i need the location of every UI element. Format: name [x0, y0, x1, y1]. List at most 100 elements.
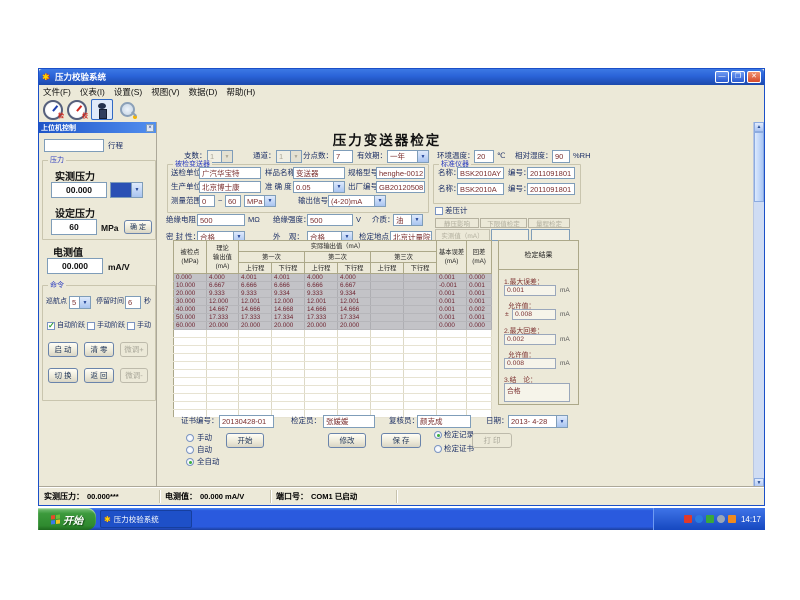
accuracy-combo[interactable]: 0.05▼	[293, 181, 345, 193]
points-input[interactable]: 7	[333, 150, 353, 163]
range-unit-combo[interactable]: MPa▼	[244, 195, 276, 207]
menu-item[interactable]: 文件(F)	[43, 86, 71, 98]
full-auto-mode-radio[interactable]	[186, 458, 194, 466]
validity-combo[interactable]: 一年▼	[387, 150, 429, 163]
panel-header[interactable]: 上位机控制 ×	[39, 122, 156, 133]
table-cell	[239, 338, 272, 346]
chevron-down-icon[interactable]: ▼	[417, 151, 428, 162]
manual-mode-radio[interactable]	[186, 434, 194, 442]
auto-mode-radio[interactable]	[186, 446, 194, 454]
chevron-down-icon[interactable]: ▼	[556, 416, 567, 427]
table-row[interactable]: 60.00020.00020.00020.00020.00020.0000.00…	[174, 322, 492, 330]
sample-input[interactable]: 变送器	[293, 167, 345, 179]
dp-gauge-checkbox[interactable]	[435, 207, 443, 215]
std-name1-input[interactable]: BSK2010AY	[457, 167, 504, 179]
confirm-button[interactable]: 确 定	[124, 220, 152, 234]
measured-pressure-value[interactable]: 00.000	[51, 182, 107, 198]
zoom-tool-icon[interactable]	[116, 99, 138, 120]
chevron-down-icon[interactable]: ▼	[374, 196, 385, 206]
close-button[interactable]: ✕	[747, 71, 761, 83]
begin-button[interactable]: 开始	[226, 433, 264, 448]
host-control-panel: 上位机控制 × 行程 压力 实测压力 00.000 ▼ 设定压力 60 MPa …	[39, 122, 157, 488]
insulation-str-input[interactable]: 500	[307, 214, 353, 226]
verifier-input[interactable]: 张媛媛	[323, 415, 375, 428]
full-auto-mode-label: 全自动	[197, 457, 220, 467]
sender-input[interactable]: 广汽华宝特	[199, 167, 261, 179]
panel-close-icon[interactable]: ×	[146, 124, 154, 132]
table-cell	[305, 354, 338, 362]
pressure-unit-combo[interactable]: ▼	[110, 182, 143, 198]
taskbar-app-button[interactable]: ✱ 压力校验系统	[100, 510, 192, 528]
transmitter-tool-icon[interactable]	[91, 99, 113, 120]
auto-step-checkbox[interactable]	[47, 322, 55, 330]
table-row[interactable]: 10.0006.6676.6666.6666.6666.667-0.0010.0…	[174, 282, 492, 290]
restore-button[interactable]: ❐	[731, 71, 745, 83]
save-button[interactable]: 保 存	[381, 433, 421, 448]
app-icon: ✱	[42, 72, 52, 82]
model-input[interactable]: henghe-0012	[376, 167, 425, 179]
table-row[interactable]: 0.0004.0004.0014.0014.0004.0000.0010.000	[174, 274, 492, 282]
menu-item[interactable]: 帮助(H)	[226, 86, 255, 98]
tray-icon[interactable]	[706, 515, 714, 523]
std-no2-input[interactable]: 2011091801	[527, 183, 575, 195]
medium-combo[interactable]: 油▼	[393, 214, 423, 226]
table-cell	[272, 386, 305, 394]
switch-button[interactable]: 切 换	[48, 368, 78, 383]
table-row[interactable]: 20.0009.3339.3339.3349.3339.3340.0010.00…	[174, 290, 492, 298]
env-temp-input[interactable]: 20	[474, 150, 494, 163]
pressure-gauge-icon-2[interactable]: 校	[66, 99, 88, 120]
auto-step-label: 自动阶跃	[57, 321, 85, 331]
menu-item[interactable]: 设置(S)	[114, 86, 142, 98]
set-pressure-input[interactable]: 60	[51, 219, 97, 235]
manual-step-checkbox[interactable]	[87, 322, 95, 330]
tray-icon[interactable]	[728, 515, 736, 523]
table-cell	[305, 402, 338, 410]
scroll-up-icon[interactable]: ▲	[754, 122, 764, 132]
range-high-input[interactable]: 60	[225, 195, 241, 207]
manual-checkbox[interactable]	[127, 322, 135, 330]
serial-input[interactable]: GB20120508	[376, 181, 425, 193]
pressure-gauge-icon-1[interactable]: 检	[42, 99, 64, 120]
scrollbar-thumb[interactable]	[754, 132, 764, 202]
lower-limit-button: 下限值检定	[480, 218, 527, 228]
signal-combo[interactable]: (4-20)mA▼	[328, 195, 386, 207]
chevron-down-icon[interactable]: ▼	[264, 196, 275, 206]
electric-value[interactable]: 00.000	[47, 258, 103, 274]
modify-button[interactable]: 修改	[328, 433, 366, 448]
insulation-res-input[interactable]: 500	[197, 214, 245, 226]
reviewer-input[interactable]: 颜克成	[417, 415, 471, 428]
chevron-down-icon[interactable]: ▼	[79, 297, 90, 308]
tray-icon[interactable]	[695, 515, 703, 523]
date-combo[interactable]: 2013- 4-28▼	[508, 415, 568, 428]
humidity-input[interactable]: 90	[552, 150, 570, 163]
cert-input[interactable]: 20130428-01	[219, 415, 274, 428]
table-cell	[404, 378, 437, 386]
table-row[interactable]: 50.00017.33317.33317.33417.33317.3340.00…	[174, 314, 492, 322]
std-name2-input[interactable]: BSK2010A	[457, 183, 504, 195]
tray-icon[interactable]	[717, 515, 725, 523]
table-row[interactable]: 30.00012.00012.00112.00012.00112.0010.00…	[174, 298, 492, 306]
main-scrollbar[interactable]: ▲ ▼	[753, 122, 764, 488]
chevron-down-icon[interactable]: ▼	[131, 183, 142, 197]
chevron-down-icon[interactable]: ▼	[333, 182, 344, 192]
menu-item[interactable]: 数据(D)	[189, 86, 218, 98]
table-cell	[371, 338, 404, 346]
minimize-button[interactable]: —	[715, 71, 729, 83]
zero-button[interactable]: 清 零	[84, 342, 114, 357]
cruise-point-combo[interactable]: 5▼	[69, 296, 91, 309]
maker-input[interactable]: 北京博士康	[199, 181, 261, 193]
travel-input[interactable]	[44, 139, 104, 152]
dwell-time-input[interactable]: 6	[125, 296, 141, 309]
table-row[interactable]: 40.00014.66714.66614.66814.66614.6660.00…	[174, 306, 492, 314]
tray-icon[interactable]	[684, 515, 692, 523]
range-low-input[interactable]: 0	[199, 195, 215, 207]
start-button[interactable]: 启 动	[48, 342, 78, 357]
start-button[interactable]: 开始	[38, 508, 96, 530]
menu-item[interactable]: 仪表(I)	[80, 86, 105, 98]
record-radio[interactable]	[434, 431, 442, 439]
return-button[interactable]: 返 回	[84, 368, 114, 383]
std-no1-input[interactable]: 2011091801	[527, 167, 575, 179]
chevron-down-icon[interactable]: ▼	[411, 215, 422, 225]
certificate-radio[interactable]	[434, 445, 442, 453]
menu-item[interactable]: 视图(V)	[151, 86, 179, 98]
